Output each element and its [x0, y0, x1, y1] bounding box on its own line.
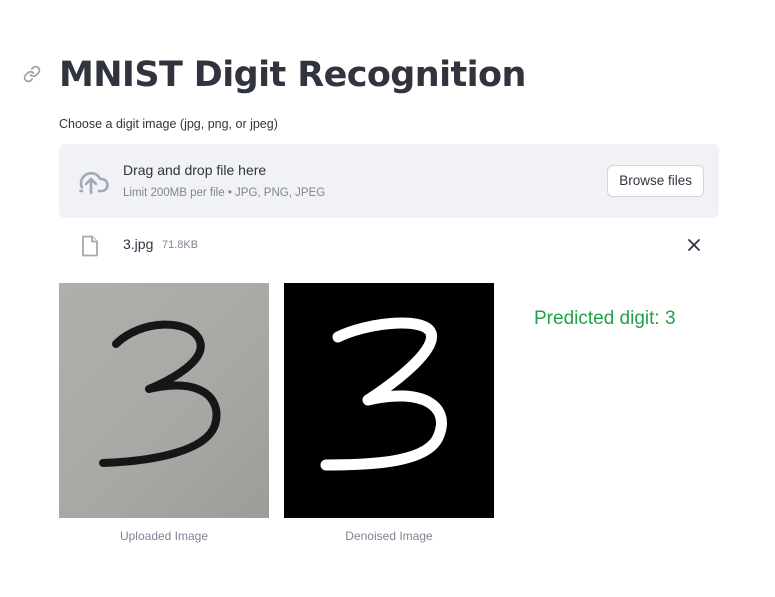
dropzone-limit: Limit 200MB per file • JPG, PNG, JPEG: [123, 187, 326, 199]
denoised-image: [284, 283, 494, 518]
file-icon: [82, 235, 98, 257]
prediction-result: Predicted digit: 3: [534, 308, 676, 329]
file-dropzone[interactable]: Drag and drop file here Limit 200MB per …: [59, 144, 719, 218]
uploaded-file-row: 3.jpg 71.8KB: [59, 228, 719, 262]
uploaded-image-caption: Uploaded Image: [119, 529, 209, 543]
denoised-image-caption: Denoised Image: [345, 529, 433, 543]
app-page: MNIST Digit Recognition Choose a digit i…: [0, 0, 775, 597]
denoised-digit: [320, 317, 447, 471]
file-size: 71.8KB: [162, 239, 199, 251]
page-title: MNIST Digit Recognition: [59, 55, 526, 95]
close-icon[interactable]: [686, 237, 702, 253]
file-name: 3.jpg: [123, 236, 154, 252]
uploader-label: Choose a digit image (jpg, png, or jpeg): [59, 117, 278, 131]
uploaded-image: [59, 283, 269, 518]
handwritten-digit-photo: [99, 320, 221, 467]
dropzone-title: Drag and drop file here: [123, 162, 267, 178]
cloud-upload-icon: [79, 171, 109, 195]
browse-files-button[interactable]: Browse files: [607, 165, 704, 197]
link-icon[interactable]: [23, 65, 41, 83]
